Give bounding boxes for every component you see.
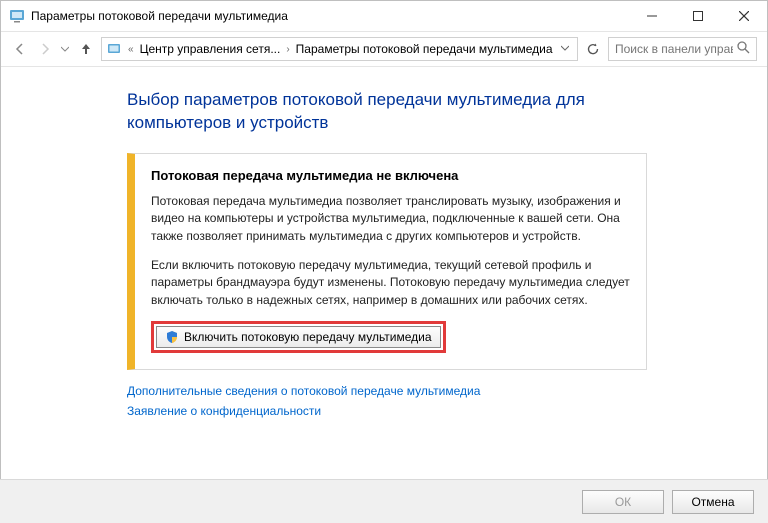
search-input[interactable] bbox=[615, 42, 733, 56]
enable-streaming-button[interactable]: Включить потоковую передачу мультимедиа bbox=[156, 326, 441, 348]
privacy-link[interactable]: Заявление о конфиденциальности bbox=[127, 404, 647, 418]
panel-paragraph: Потоковая передача мультимедиа позволяет… bbox=[151, 193, 630, 245]
highlight-box: Включить потоковую передачу мультимедиа bbox=[151, 321, 446, 353]
navigation-bar: « Центр управления сетя... › Параметры п… bbox=[1, 31, 767, 67]
uac-shield-icon bbox=[165, 330, 179, 344]
panel-paragraph: Если включить потоковую передачу мультим… bbox=[151, 257, 630, 309]
minimize-button[interactable] bbox=[629, 1, 675, 31]
close-button[interactable] bbox=[721, 1, 767, 31]
page-heading: Выбор параметров потоковой передачи муль… bbox=[127, 89, 647, 135]
links-section: Дополнительные сведения о потоковой пере… bbox=[127, 384, 647, 418]
control-panel-icon bbox=[106, 41, 122, 57]
address-bar[interactable]: « Центр управления сетя... › Параметры п… bbox=[101, 37, 578, 61]
search-icon[interactable] bbox=[737, 41, 750, 57]
panel-title: Потоковая передача мультимедиа не включе… bbox=[151, 168, 630, 183]
breadcrumb-item[interactable]: Центр управления сетя... bbox=[140, 42, 281, 56]
window-title: Параметры потоковой передачи мультимедиа bbox=[31, 9, 629, 23]
chevron-right-icon: › bbox=[284, 44, 291, 55]
back-button[interactable] bbox=[11, 37, 29, 61]
footer-bar: ОК Отмена bbox=[0, 479, 768, 523]
window-controls bbox=[629, 1, 767, 31]
more-info-link[interactable]: Дополнительные сведения о потоковой пере… bbox=[127, 384, 647, 398]
content-area: Выбор параметров потоковой передачи муль… bbox=[1, 67, 767, 434]
address-dropdown-icon[interactable] bbox=[557, 44, 573, 55]
up-button[interactable] bbox=[77, 37, 95, 61]
enable-streaming-label: Включить потоковую передачу мультимедиа bbox=[184, 330, 432, 344]
search-box[interactable] bbox=[608, 37, 757, 61]
forward-button[interactable] bbox=[35, 37, 53, 61]
maximize-button[interactable] bbox=[675, 1, 721, 31]
cancel-button[interactable]: Отмена bbox=[672, 490, 754, 514]
chevron-right-icon: « bbox=[126, 44, 136, 55]
refresh-button[interactable] bbox=[584, 37, 602, 61]
breadcrumb-item[interactable]: Параметры потоковой передачи мультимедиа bbox=[296, 42, 553, 56]
titlebar: Параметры потоковой передачи мультимедиа bbox=[1, 1, 767, 31]
ok-button: ОК bbox=[582, 490, 664, 514]
app-icon bbox=[9, 8, 25, 24]
info-panel: Потоковая передача мультимедиа не включе… bbox=[127, 153, 647, 370]
recent-dropdown[interactable] bbox=[60, 37, 71, 61]
